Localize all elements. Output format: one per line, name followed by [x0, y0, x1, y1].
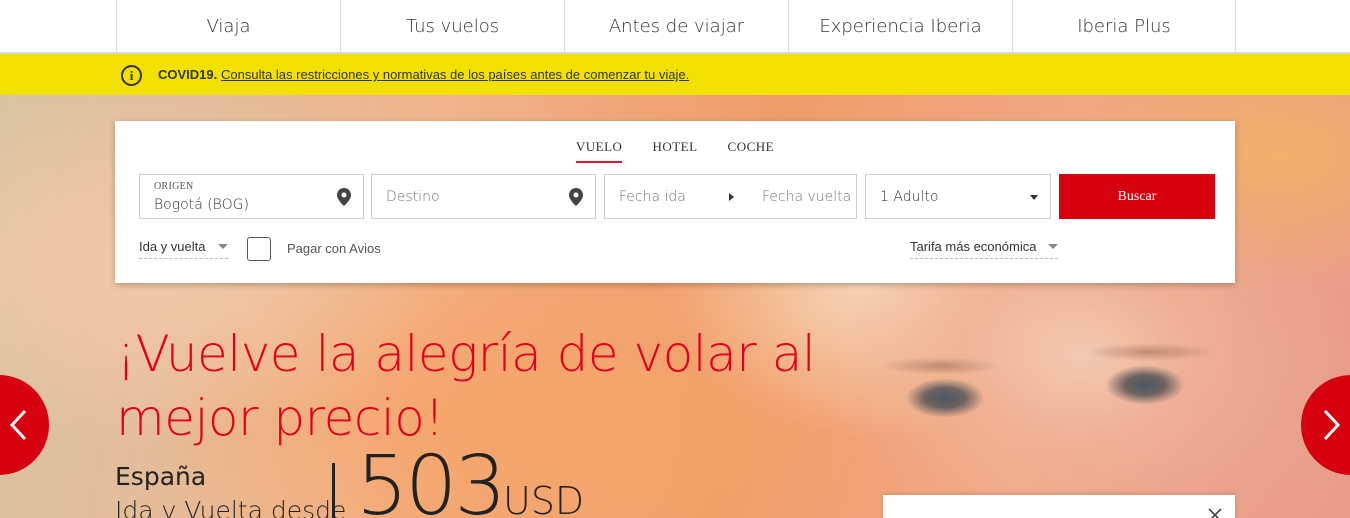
chevron-down-icon [217, 244, 228, 249]
fare-type-value: Tarifa más económica [910, 239, 1037, 254]
origin-value: Bogotá (BOG) [154, 197, 249, 213]
nav-items: Viaja Tus vuelos Antes de viajar Experie… [116, 0, 1236, 52]
covid-banner: i COVID19. Consulta las restricciones y … [0, 54, 1350, 95]
location-pin-icon [337, 188, 351, 206]
tab-coche[interactable]: COCHE [728, 139, 775, 163]
trip-type-select[interactable]: Ida y vuelta [139, 239, 228, 259]
nav-item-experiencia-iberia[interactable]: Experiencia Iberia [788, 0, 1012, 52]
arrow-right-icon [729, 193, 734, 201]
hero-headline: ¡Vuelve la alegría de volar al mejor pre… [116, 325, 816, 447]
nav-item-viaja[interactable]: Viaja [116, 0, 340, 52]
offer-currency: USD [503, 479, 585, 518]
destination-field[interactable]: Destino [371, 174, 596, 219]
destination-placeholder: Destino [386, 189, 440, 205]
tab-vuelo[interactable]: VUELO [575, 139, 623, 163]
origin-field[interactable]: ORIGEN Bogotá (BOG) [139, 174, 364, 219]
fare-type-select[interactable]: Tarifa más económica [910, 239, 1059, 259]
offer-divider [332, 463, 335, 518]
offer-subtitle: Ida y Vuelta desde [115, 496, 347, 518]
passengers-select[interactable]: 1 Adulto [865, 174, 1051, 219]
close-icon[interactable] [1207, 507, 1223, 518]
dates-field[interactable]: Fecha ida Fecha vuelta [604, 174, 857, 219]
pay-with-avios-label[interactable]: Pagar con Avios [287, 241, 381, 256]
top-navigation: Viaja Tus vuelos Antes de viajar Experie… [0, 0, 1350, 54]
offer-price: 503 [356, 439, 507, 518]
promo-popup [883, 495, 1235, 518]
nav-item-antes-de-viajar[interactable]: Antes de viajar [564, 0, 788, 52]
search-tabs: VUELO HOTEL COCHE [115, 139, 1235, 163]
return-date-placeholder[interactable]: Fecha vuelta [762, 189, 851, 205]
chevron-down-icon [1030, 195, 1038, 200]
offer-destination: España [115, 462, 207, 491]
departure-date-placeholder[interactable]: Fecha ida [619, 189, 686, 205]
passengers-value: 1 Adulto [880, 189, 939, 205]
flight-search-widget: VUELO HOTEL COCHE ORIGEN Bogotá (BOG) De… [115, 121, 1235, 283]
nav-item-iberia-plus[interactable]: Iberia Plus [1012, 0, 1236, 52]
chevron-down-icon [1048, 244, 1059, 249]
info-icon: i [121, 65, 142, 86]
nav-item-tus-vuelos[interactable]: Tus vuelos [340, 0, 564, 52]
tab-hotel[interactable]: HOTEL [652, 139, 697, 163]
chevron-right-icon [1323, 409, 1341, 441]
origin-label: ORIGEN [154, 181, 194, 192]
location-pin-icon [569, 188, 583, 206]
trip-type-value: Ida y vuelta [139, 239, 206, 254]
search-button[interactable]: Buscar [1059, 174, 1215, 219]
pay-with-avios-checkbox[interactable] [247, 237, 271, 261]
covid-label: COVID19. [158, 67, 218, 82]
covid-restrictions-link[interactable]: Consulta las restricciones y normativas … [221, 67, 689, 82]
chevron-left-icon [9, 409, 27, 441]
